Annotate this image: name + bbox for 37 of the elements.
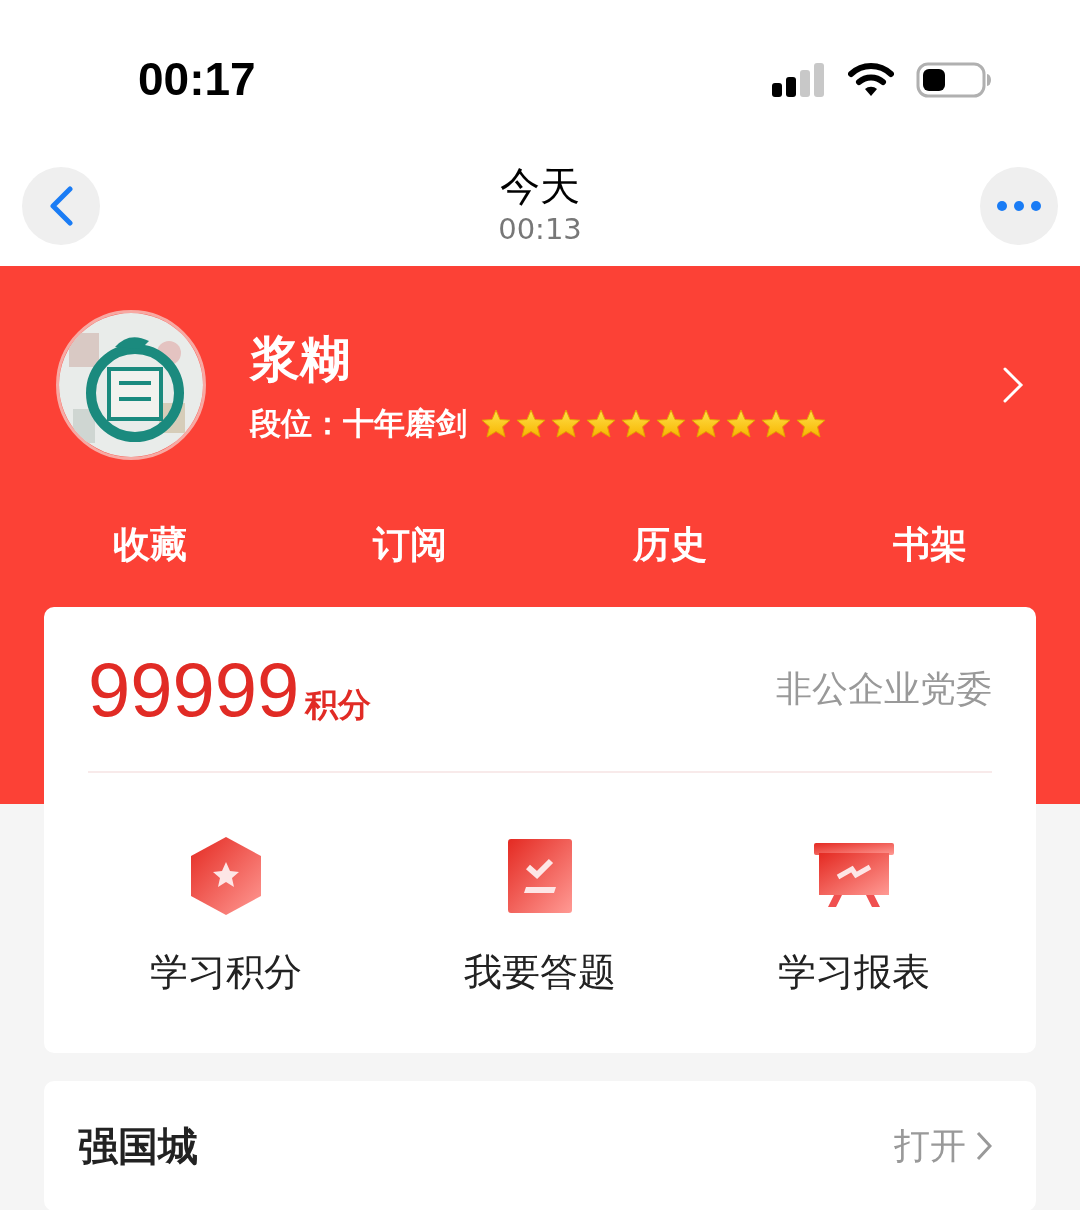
signal-icon [772, 63, 826, 97]
star-icon [481, 408, 511, 439]
points-value: 99999 [88, 645, 300, 733]
rank-label: 段位：十年磨剑 [250, 404, 467, 443]
action-button[interactable]: 我要答题 [460, 835, 620, 998]
checklist-icon [508, 839, 572, 913]
organization-label: 非公企业党委 [776, 667, 992, 711]
action-button[interactable]: 学习积分 [146, 835, 306, 998]
chevron-right-icon[interactable] [1002, 366, 1024, 404]
star-icon [761, 408, 791, 439]
star-icon [656, 408, 686, 439]
points-unit: 积分 [305, 685, 372, 725]
more-icon [996, 200, 1042, 212]
star-icon [691, 408, 721, 439]
presentation-board-icon [814, 843, 894, 909]
star-icon [516, 408, 546, 439]
section-title: 强国城 [78, 1122, 198, 1171]
star-icon [551, 408, 581, 439]
shortcut-button[interactable]: 历史 [633, 520, 707, 570]
open-link[interactable]: 打开 [894, 1121, 992, 1171]
star-icon [586, 408, 616, 439]
star-icon [726, 408, 756, 439]
back-icon [48, 186, 74, 226]
shortcut-button[interactable]: 收藏 [113, 520, 187, 570]
header-subtitle: 00:13 [498, 211, 582, 248]
star-icon [621, 408, 651, 439]
chevron-right-icon [976, 1131, 992, 1161]
star-icon [796, 408, 826, 439]
battery-icon [916, 62, 992, 98]
clock-time: 00:17 [138, 52, 256, 106]
user-name: 浆糊 [250, 329, 351, 389]
header-title: 今天 [500, 162, 580, 210]
action-button[interactable]: 学习报表 [774, 835, 934, 998]
shortcut-button[interactable]: 订阅 [373, 520, 447, 570]
wifi-icon [848, 63, 894, 97]
star-badge-icon [190, 836, 262, 916]
shortcut-button[interactable]: 书架 [893, 520, 967, 570]
